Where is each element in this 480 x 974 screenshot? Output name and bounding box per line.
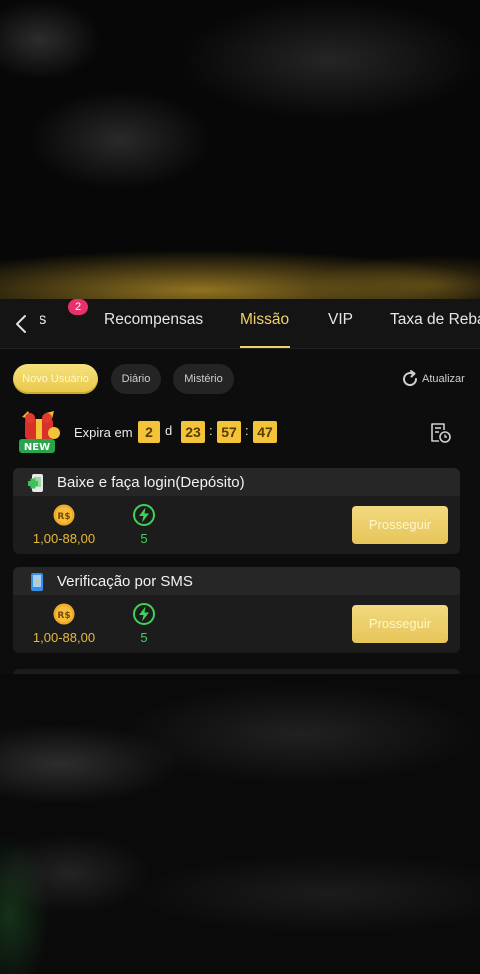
refresh-label: Atualizar [422, 373, 465, 385]
mission-card: Verificação por SMS R$ 1,00-88,00 5 Pros… [13, 567, 460, 653]
refresh-icon [403, 370, 418, 387]
svg-text:NEW: NEW [24, 442, 50, 453]
countdown-seconds: 47 [253, 421, 277, 443]
energy-reward: 5 [140, 531, 148, 546]
tab-partial-clip: os [40, 299, 68, 349]
energy-icon [133, 504, 155, 526]
filter-diario[interactable]: Diário [111, 364, 161, 394]
money-reward: 1,00-88,00 [32, 630, 96, 645]
coin-icon: R$ [53, 603, 75, 625]
blurred-background-bottom [0, 674, 480, 974]
countdown-hours: 23 [181, 421, 205, 443]
history-icon[interactable] [428, 420, 452, 444]
mission-card-header: Baixe e faça login(Depósito) [13, 468, 460, 496]
prosseguir-button[interactable]: Prosseguir [352, 605, 448, 643]
countdown-separator: : [209, 423, 213, 438]
tab-vip[interactable]: VIP [328, 311, 353, 329]
countdown-minutes: 57 [217, 421, 241, 443]
active-tab-indicator [240, 346, 290, 348]
svg-text:R$: R$ [57, 611, 70, 621]
energy-icon [133, 603, 155, 625]
chevron-left-icon[interactable] [10, 311, 34, 337]
blurred-background-top [0, 0, 480, 300]
mission-card-header: Verificação por SMS [13, 567, 460, 595]
mission-panel: os 2 Recompensas Missão VIP Taxa de Reba… [0, 299, 480, 674]
money-reward: 1,00-88,00 [32, 531, 96, 546]
countdown-separator: : [245, 423, 249, 438]
svg-text:R$: R$ [57, 512, 70, 522]
filter-novo-usuario[interactable]: Novo Usuário [13, 364, 98, 394]
coin-icon: R$ [53, 504, 75, 526]
sms-verification-icon [31, 573, 43, 591]
countdown-days: 2 [138, 421, 160, 443]
mission-card: Baixe e faça login(Depósito) R$ 1,00-88,… [13, 468, 460, 554]
mission-title: Verificação por SMS [57, 573, 193, 590]
new-user-gift-icon: NEW [19, 411, 60, 453]
energy-reward: 5 [140, 630, 148, 645]
notification-badge: 2 [68, 299, 88, 315]
mission-title: Baixe e faça login(Depósito) [57, 474, 245, 491]
countdown-day-unit: d [165, 423, 173, 438]
tab-recompensas[interactable]: Recompensas [104, 311, 203, 329]
tab-bar: os 2 Recompensas Missão VIP Taxa de Reba [0, 299, 480, 349]
tab-partial[interactable]: os [40, 311, 46, 329]
filter-misterio[interactable]: Mistério [173, 364, 234, 394]
countdown-label: Expira em [74, 425, 133, 440]
download-login-icon [28, 474, 43, 492]
prosseguir-button[interactable]: Prosseguir [352, 506, 448, 544]
tab-missao[interactable]: Missão [240, 311, 289, 329]
tab-taxa-de-rebate[interactable]: Taxa de Reba [390, 311, 480, 329]
